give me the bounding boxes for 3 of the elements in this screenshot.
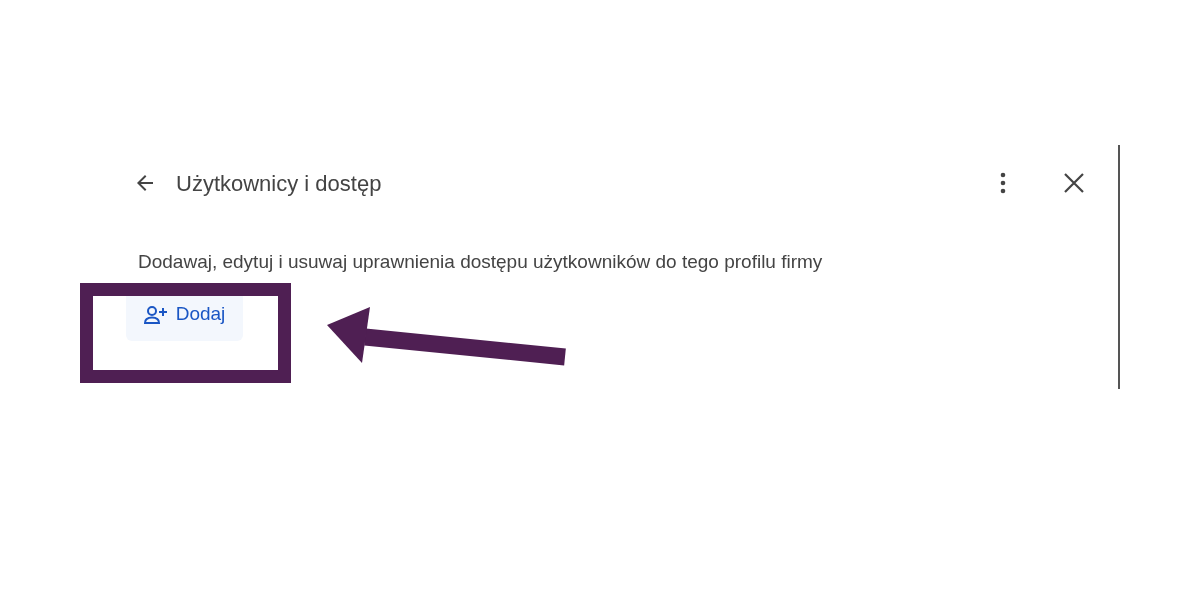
add-person-icon: [143, 304, 168, 325]
dialog-title: Użytkownicy i dostęp: [176, 169, 382, 198]
description-text: Dodawaj, edytuj i usuwaj uprawnienia dostępu użytkowników do tego profilu firmy: [138, 250, 824, 274]
